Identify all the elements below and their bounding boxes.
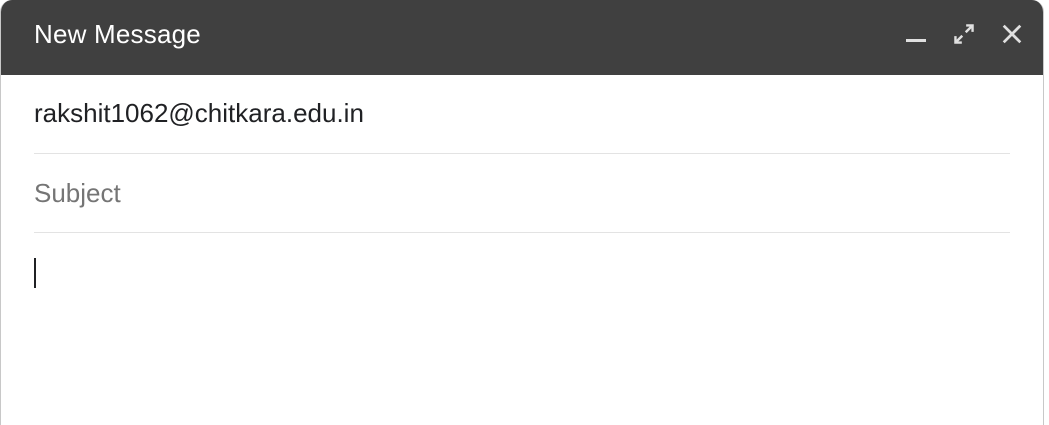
header-actions — [899, 17, 1029, 51]
compose-window: New Message rakshit1062@chitkara.edu.in — [0, 0, 1044, 425]
fullscreen-icon — [954, 23, 974, 44]
text-caret — [34, 258, 36, 288]
compose-header[interactable]: New Message — [1, 0, 1043, 75]
minimize-icon — [906, 38, 926, 42]
subject-field[interactable] — [34, 154, 1010, 233]
close-icon — [1002, 24, 1022, 43]
minimize-button[interactable] — [899, 17, 933, 51]
message-body[interactable] — [34, 233, 1010, 423]
fullscreen-button[interactable] — [947, 17, 981, 51]
compose-title: New Message — [34, 19, 201, 49]
recipient-chip[interactable]: rakshit1062@chitkara.edu.in — [34, 98, 364, 129]
close-button[interactable] — [995, 17, 1029, 51]
recipients-field[interactable]: rakshit1062@chitkara.edu.in — [34, 75, 1010, 154]
subject-input[interactable] — [34, 177, 1010, 209]
